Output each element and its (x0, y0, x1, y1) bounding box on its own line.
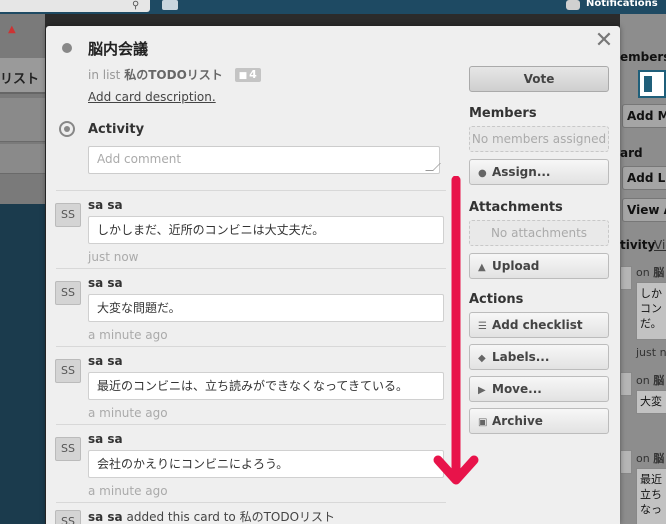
comment-count: 4 (249, 68, 257, 81)
add-checklist-button[interactable]: ☰ Add checklist (469, 312, 609, 338)
upload-button[interactable]: ▲ Upload (469, 253, 609, 279)
background-card-heading: ard (620, 146, 643, 160)
background-add-list-label: Add Lis (627, 171, 666, 185)
divider (56, 346, 446, 347)
comment-count-badge: ■ 4 (234, 68, 261, 82)
archive-label: Archive (492, 414, 543, 428)
in-list-prefix: in list (88, 68, 121, 82)
divider (56, 424, 446, 425)
background-add-list-button[interactable]: Add Lis (622, 166, 666, 190)
background-activity-on: on 脳 (636, 266, 665, 279)
search-box[interactable]: ⚲ (0, 0, 150, 12)
list-item: SS sa sa 会社のかえりにコンビニによろう。 a minute ago (46, 428, 466, 506)
add-checklist-label: Add checklist (492, 318, 583, 332)
entry-time: just now (88, 250, 139, 264)
background-card[interactable] (0, 144, 45, 174)
background-add-members-label: Add Mem (627, 109, 666, 123)
card-detail-modal: ✕ 脳内会議 in list 私のTODOリスト ■ 4 Add card des… (46, 26, 620, 524)
avatar[interactable]: SS (55, 281, 81, 305)
entry-author[interactable]: sa sa (88, 432, 123, 446)
background-card[interactable] (0, 98, 45, 142)
list-name-link[interactable]: 私のTODOリスト (124, 68, 223, 82)
move-button[interactable]: ▶ Move... (469, 376, 609, 402)
avatar[interactable]: SS (55, 437, 81, 461)
board-logo-icon (638, 70, 666, 98)
assign-label: Assign... (492, 165, 551, 179)
card-sidebar: Vote Members No members assigned ● Assign… (468, 26, 610, 524)
background-view-all-button[interactable]: View Al (622, 198, 666, 222)
no-members-placeholder: No members assigned (469, 126, 609, 152)
background-sidebar: embers Add Mem ard Add Lis View Al tivit… (620, 14, 666, 524)
upload-label: Upload (492, 259, 540, 273)
avatar[interactable]: SS (55, 510, 81, 524)
members-heading: Members (469, 106, 537, 121)
boards-icon[interactable] (162, 0, 178, 10)
background-view-link[interactable]: Vie (654, 238, 666, 252)
entry-list-name[interactable]: 私のTODOリスト (240, 510, 335, 524)
divider (56, 190, 446, 191)
add-description-link[interactable]: Add card description. (88, 90, 216, 104)
background-members-heading: embers (620, 50, 666, 64)
background-view-all-label: View Al (627, 203, 666, 217)
entry-author[interactable]: sa sa (88, 354, 123, 368)
entry-author[interactable]: sa sa (88, 198, 123, 212)
background-activity-on: on 脳 (636, 374, 665, 387)
card-list-info: in list 私のTODOリスト ■ 4 (88, 66, 261, 83)
background-activity-time: just no (636, 346, 666, 359)
labels-label: Labels... (492, 350, 550, 364)
annotation-arrow-icon (433, 176, 479, 485)
board-background (0, 204, 45, 524)
entry-author[interactable]: sa sa (88, 276, 123, 290)
card-status-icon (62, 43, 72, 53)
notifications-label: Notifications (586, 0, 658, 9)
list-item: SS sa sa 最近のコンビニは、立ち読みができなくなってきている。 a mi… (46, 350, 466, 428)
entry-author[interactable]: sa sa (88, 510, 123, 524)
entry-action-text: sa sa added this card to 私のTODOリスト (88, 508, 335, 524)
background-list-title: リスト (0, 72, 40, 87)
search-icon[interactable]: ⚲ (132, 0, 146, 12)
card-title[interactable]: 脳内会議 (88, 38, 148, 59)
background-activity-text: 大変 (636, 390, 666, 414)
app-top-bar: ⚲ Notifications (0, 0, 666, 14)
notifications-icon (566, 0, 580, 10)
activity-heading: Activity (88, 122, 145, 137)
entry-time: a minute ago (88, 484, 168, 498)
background-list-column: ▲ リスト (0, 14, 45, 204)
archive-button[interactable]: ▣ Archive (469, 408, 609, 434)
comment-text[interactable]: 最近のコンビニは、立ち読みができなくなってきている。 (88, 372, 444, 400)
background-add-members-button[interactable]: Add Mem (622, 104, 666, 128)
divider (56, 268, 446, 269)
comment-text[interactable]: 会社のかえりにコンビニによろう。 (88, 450, 444, 478)
labels-button[interactable]: ◆ Labels... (469, 344, 609, 370)
background-activity-heading: tivity (620, 238, 656, 252)
entry-time: a minute ago (88, 406, 168, 420)
background-activity-text: しか コン だ。 (636, 282, 666, 340)
avatar (620, 372, 632, 396)
background-activity-text: 最近 立ち なっ (636, 468, 666, 524)
avatar[interactable]: SS (55, 203, 81, 227)
home-icon[interactable]: ▲ (8, 24, 16, 35)
avatar[interactable]: SS (55, 359, 81, 383)
move-label: Move... (492, 382, 542, 396)
background-activity-on: on 脳 (636, 452, 665, 465)
no-attachments-placeholder: No attachments (469, 220, 609, 246)
background-list-header: リスト (0, 58, 45, 94)
entry-action: added this card to (126, 510, 236, 524)
list-item: SS sa sa しかしまだ、近所のコンビニは大丈夫だ。 just now (46, 194, 466, 272)
comment-text[interactable]: しかしまだ、近所のコンビニは大丈夫だ。 (88, 216, 444, 244)
avatar (620, 266, 632, 290)
add-comment-input[interactable] (88, 146, 440, 174)
activity-icon (59, 121, 75, 137)
list-item: SS sa sa added this card to 私のTODOリスト (46, 502, 466, 524)
vote-button[interactable]: Vote (469, 66, 609, 92)
comment-icon: ■ (238, 71, 248, 81)
assign-button[interactable]: ● Assign... (469, 159, 609, 185)
notifications-button[interactable]: Notifications (566, 0, 666, 12)
list-item: SS sa sa 大変な問題だ。 a minute ago (46, 272, 466, 350)
entry-time: a minute ago (88, 328, 168, 342)
avatar (620, 450, 632, 474)
comment-text[interactable]: 大変な問題だ。 (88, 294, 444, 322)
